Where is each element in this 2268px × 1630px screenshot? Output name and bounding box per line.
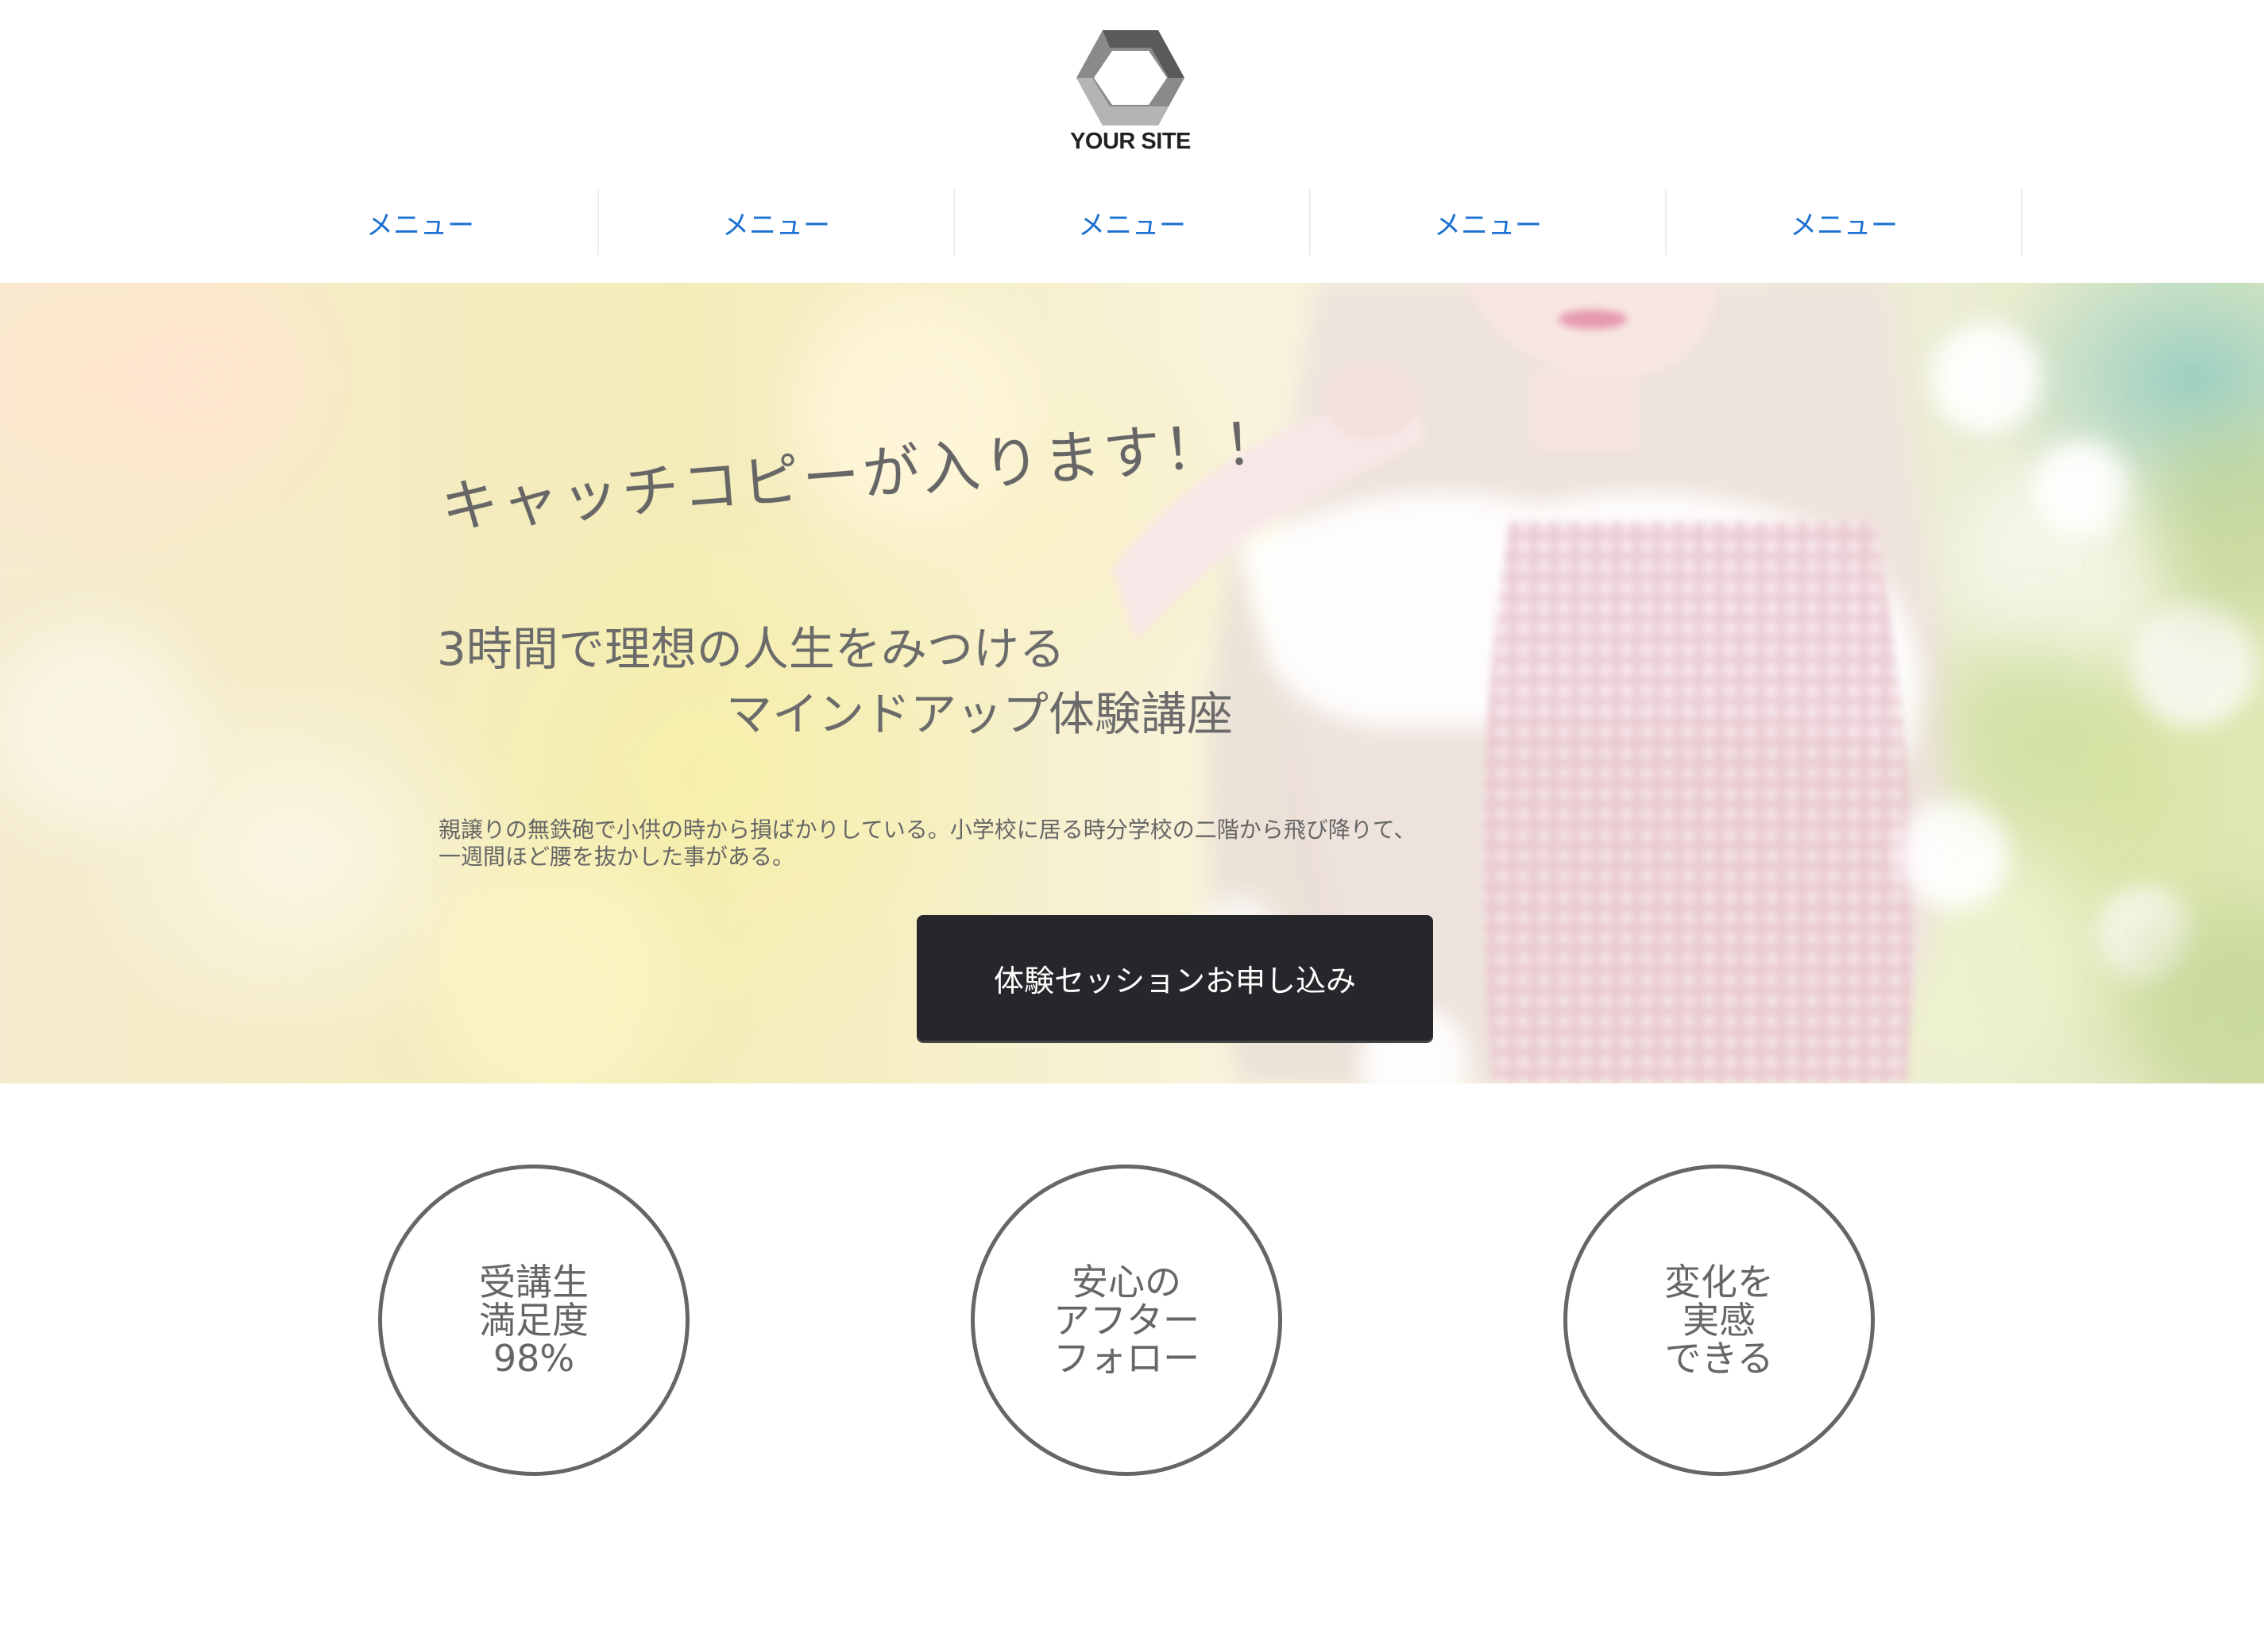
feature-text: 受講生 満足度 98% bbox=[479, 1263, 589, 1377]
feature-line: 実感 bbox=[1683, 1299, 1756, 1342]
feature-circle-satisfaction: 受講生 満足度 98% bbox=[378, 1165, 690, 1476]
logo-text: YOUR SITE bbox=[1070, 129, 1191, 154]
nav-item-5[interactable]: メニュー bbox=[1667, 189, 2023, 256]
feature-line: アフター bbox=[1053, 1299, 1200, 1342]
hero-headline-line2: マインドアップ体験講座 bbox=[726, 687, 1234, 741]
nav-item-3[interactable]: メニュー bbox=[955, 189, 1311, 256]
nav-item-2[interactable]: メニュー bbox=[599, 189, 955, 256]
feature-text: 安心の アフター フォロー bbox=[1053, 1263, 1200, 1377]
feature-line: 98% bbox=[493, 1337, 575, 1380]
feature-line: フォロー bbox=[1053, 1337, 1200, 1380]
main-nav: メニュー メニュー メニュー メニュー メニュー bbox=[243, 189, 2023, 256]
trial-session-apply-button[interactable]: 体験セッションお申し込み bbox=[917, 915, 1433, 1041]
feature-circle-aftercare: 安心の アフター フォロー bbox=[971, 1165, 1282, 1476]
hero-headline: 3時間で理想の人生をみつける マインドアップ体験講座 bbox=[437, 616, 1233, 747]
hero-body-text: 親譲りの無鉄砲で小供の時から損ばかりしている。小学校に居る時分学校の二階から飛び… bbox=[439, 817, 1416, 871]
nav-item-1[interactable]: メニュー bbox=[243, 189, 599, 256]
feature-line: 受講生 bbox=[479, 1261, 589, 1304]
hero-body-line1: 親譲りの無鉄砲で小供の時から損ばかりしている。小学校に居る時分学校の二階から飛び… bbox=[439, 817, 1416, 843]
feature-line: できる bbox=[1664, 1337, 1774, 1380]
hexagon-logo-icon bbox=[1076, 30, 1184, 126]
hero-body-line2: 一週間ほど腰を抜かした事がある。 bbox=[439, 844, 795, 870]
feature-circle-change: 変化を 実感 できる bbox=[1563, 1165, 1875, 1476]
hero-section: キャッチコピーが入ります！！ 3時間で理想の人生をみつける マインドアップ体験講… bbox=[0, 283, 2264, 1083]
feature-text: 変化を 実感 できる bbox=[1664, 1263, 1774, 1377]
nav-item-4[interactable]: メニュー bbox=[1311, 189, 1667, 256]
feature-line: 安心の bbox=[1072, 1261, 1181, 1304]
feature-line: 満足度 bbox=[479, 1299, 589, 1342]
site-logo[interactable]: YOUR SITE bbox=[1064, 27, 1196, 162]
hero-headline-line1: 3時間で理想の人生をみつける bbox=[437, 622, 1065, 676]
feature-line: 変化を bbox=[1664, 1261, 1774, 1304]
